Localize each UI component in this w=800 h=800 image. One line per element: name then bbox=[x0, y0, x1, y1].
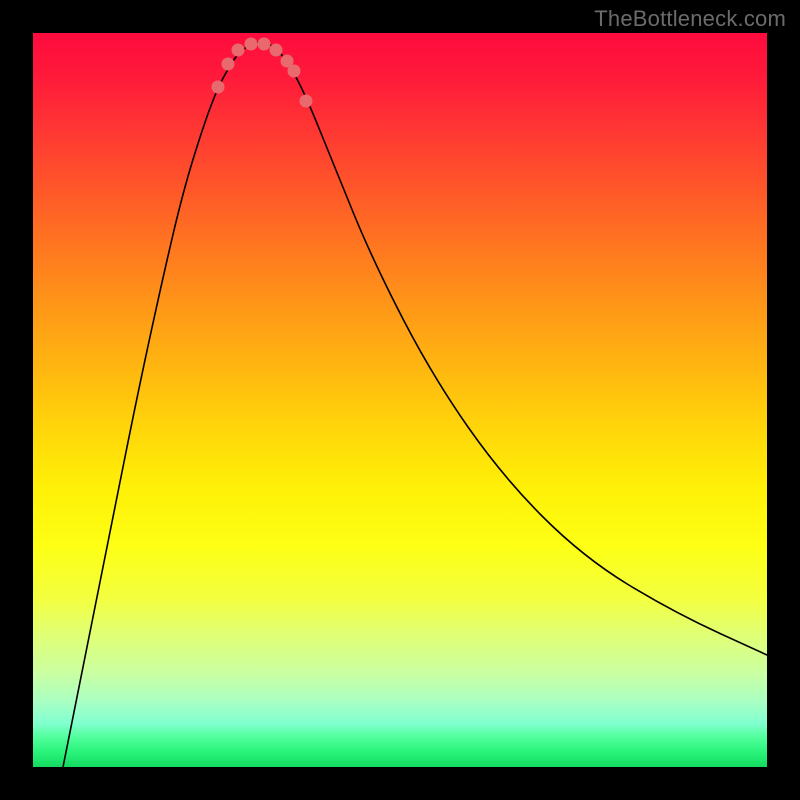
marker-dot bbox=[288, 65, 301, 78]
bottleneck-curve bbox=[63, 42, 767, 767]
watermark-text: TheBottleneck.com bbox=[594, 6, 786, 32]
marker-dot bbox=[232, 44, 245, 57]
plot-area bbox=[33, 33, 767, 767]
bottleneck-curve-svg bbox=[33, 33, 767, 767]
marker-dot bbox=[245, 38, 258, 51]
marker-dot bbox=[270, 44, 283, 57]
marker-dot bbox=[300, 95, 313, 108]
marker-dot bbox=[258, 38, 271, 51]
marker-dot bbox=[222, 58, 235, 71]
marker-dot bbox=[212, 81, 225, 94]
